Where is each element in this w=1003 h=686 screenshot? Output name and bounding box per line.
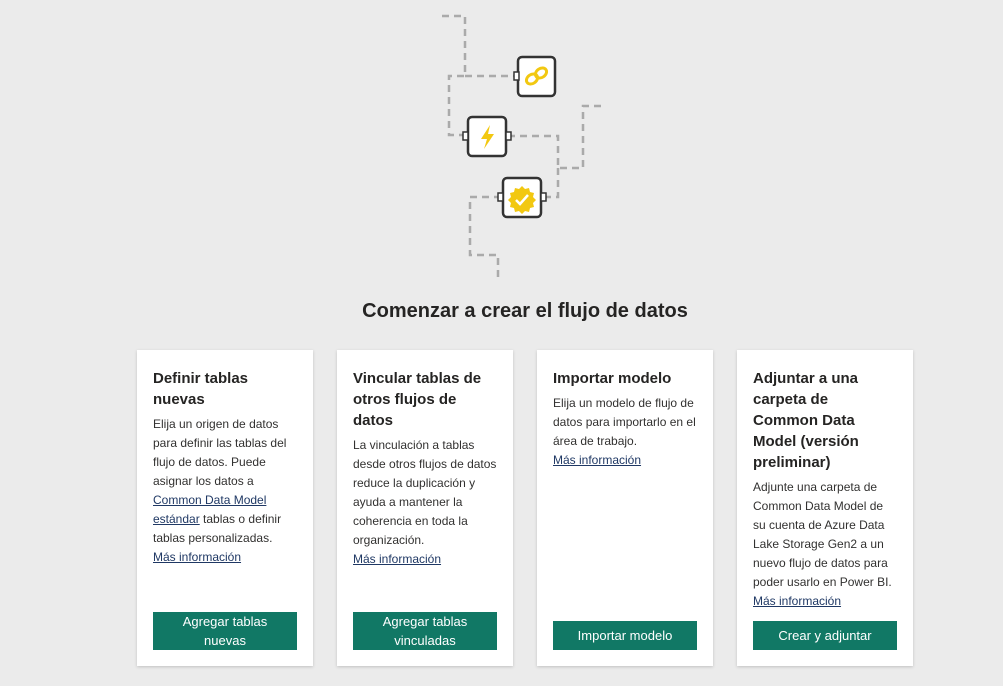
- card-description: Elija un modelo de flujo de datos para i…: [553, 396, 696, 448]
- add-new-tables-button[interactable]: Agregar tablas nuevas: [153, 612, 297, 650]
- card-link-tables: Vincular tablas de otros flujos de datos…: [337, 350, 513, 666]
- card-description: Elija un origen de datos para definir la…: [153, 415, 297, 548]
- page-title: Comenzar a crear el flujo de datos: [362, 300, 688, 322]
- card-description: La vinculación a tablas desde otros fluj…: [353, 438, 497, 547]
- card-description-text: Elija un origen de datos para definir la…: [153, 417, 287, 488]
- create-and-attach-button[interactable]: Crear y adjuntar: [753, 621, 897, 650]
- link-node: [513, 55, 557, 98]
- more-info-link[interactable]: Más información: [153, 548, 297, 567]
- card-import-model: Importar modelo Elija un modelo de flujo…: [537, 350, 713, 666]
- dataflow-illustration: [442, 14, 606, 278]
- card-description: Adjunte una carpeta de Common Data Model…: [753, 480, 892, 589]
- card-define-new-tables: Definir tablas nuevas Elija un origen de…: [137, 350, 313, 666]
- more-info-link[interactable]: Más información: [353, 550, 497, 569]
- verified-node: [497, 176, 547, 219]
- more-info-link[interactable]: Más información: [553, 451, 697, 470]
- card-title: Definir tablas nuevas: [153, 370, 249, 408]
- lightning-node: [462, 115, 512, 158]
- card-title: Adjuntar a una carpeta de Common Data Mo…: [753, 370, 859, 471]
- import-model-button[interactable]: Importar modelo: [553, 621, 697, 650]
- card-attach-cdm-folder: Adjuntar a una carpeta de Common Data Mo…: [737, 350, 913, 666]
- card-title: Vincular tablas de otros flujos de datos: [353, 370, 482, 429]
- more-info-link[interactable]: Más información: [753, 592, 897, 611]
- card-title: Importar modelo: [553, 370, 672, 387]
- add-linked-tables-button[interactable]: Agregar tablas vinculadas: [353, 612, 497, 650]
